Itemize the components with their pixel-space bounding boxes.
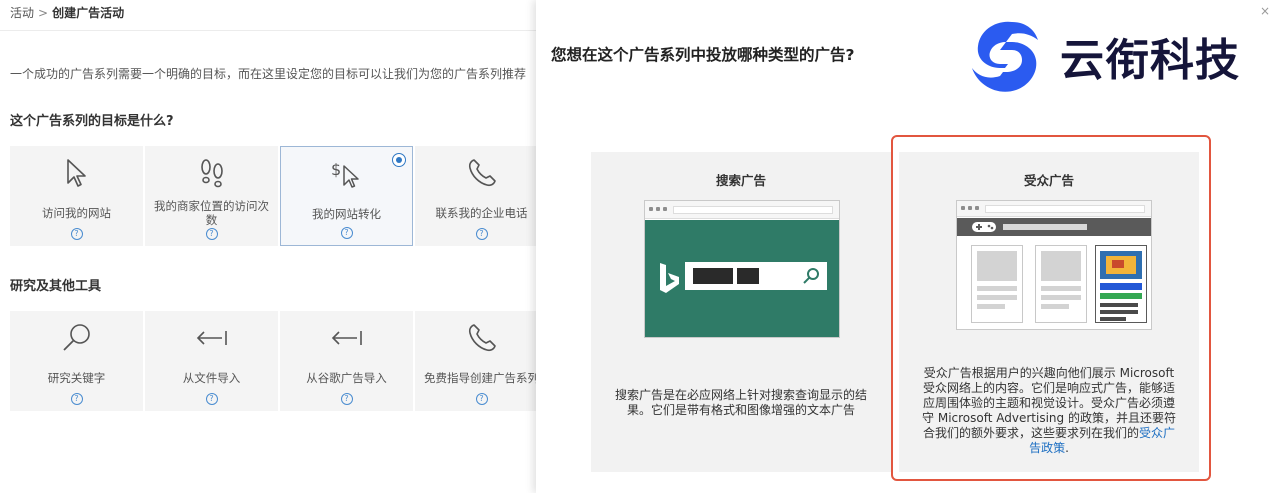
tool-free-guidance[interactable]: 免费指导创建广告系列 ? — [415, 311, 536, 411]
logo-mark-icon — [972, 21, 1038, 92]
goal-label: 访问我的网站 — [42, 206, 111, 220]
goal-section-title: 这个广告系列的目标是什么? — [10, 114, 174, 129]
magnifier-icon — [61, 319, 93, 357]
brand-logo: 云衔科技 — [966, 16, 1266, 96]
header-divider — [0, 30, 536, 31]
help-icon[interactable]: ? — [475, 228, 488, 240]
tool-label: 从谷歌广告导入 — [306, 371, 387, 385]
help-icon[interactable]: ? — [205, 228, 218, 240]
tool-import-google[interactable]: 从谷歌广告导入 ? — [280, 311, 413, 411]
audience-ads-illustration — [956, 200, 1152, 330]
arrow-left-bar-icon — [195, 319, 229, 357]
ad-type-dialog: × 您想在这个广告系列中投放哪种类型的广告? 云衔科技 搜索广告 搜索广告是在必… — [536, 0, 1280, 493]
goal-label: 我的商家位置的访问次数 — [154, 199, 269, 227]
search-icon — [803, 268, 819, 284]
phone-icon — [466, 154, 498, 192]
dialog-title: 您想在这个广告系列中投放哪种类型的广告? — [551, 46, 855, 64]
footprints-icon — [197, 154, 227, 192]
site-header — [957, 218, 1151, 236]
goal-label: 我的网站转化 — [312, 207, 381, 221]
tool-import-file[interactable]: 从文件导入 ? — [145, 311, 278, 411]
gamepad-icon — [972, 222, 996, 232]
arrow-left-bar-icon — [330, 319, 364, 357]
help-icon[interactable]: ? — [340, 227, 353, 239]
content-column — [971, 245, 1023, 323]
tool-research-keywords[interactable]: 研究关键字 ? — [10, 311, 143, 411]
phone-icon — [466, 319, 498, 357]
intro-text: 一个成功的广告系列需要一个明确的目标，而在这里设定您的目标可以让我们为您的广告系… — [10, 67, 527, 81]
tools-section-title: 研究及其他工具 — [10, 279, 102, 294]
goal-visit-website[interactable]: 访问我的网站 ? — [10, 146, 143, 246]
search-ads-illustration — [644, 200, 840, 338]
tool-label: 免费指导创建广告系列 — [424, 371, 536, 385]
tool-label: 研究关键字 — [47, 371, 106, 385]
search-ads-description: 搜索广告是在必应网络上针对搜索查询显示的结果。它们是带有格式和图像增强的文本广告 — [614, 388, 867, 417]
browser-bar — [645, 201, 839, 219]
browser-bar — [957, 201, 1151, 217]
tool-label: 从文件导入 — [182, 371, 241, 385]
breadcrumb-separator: > — [38, 6, 49, 20]
selected-radio[interactable] — [392, 153, 406, 167]
breadcrumb: 活动 > 创建广告活动 — [10, 4, 124, 21]
help-icon[interactable]: ? — [205, 393, 218, 405]
native-ad-column — [1095, 245, 1147, 323]
cursor-icon — [64, 154, 90, 192]
breadcrumb-current: 创建广告活动 — [52, 6, 125, 20]
svg-text:$: $ — [331, 160, 341, 179]
goal-label: 联系我的企业电话 — [435, 206, 528, 220]
dollar-cursor-icon: $ — [330, 155, 364, 193]
bing-search-area — [645, 220, 839, 337]
campaign-page: 活动 > 创建广告活动 一个成功的广告系列需要一个明确的目标，而在这里设定您的目标可… — [0, 0, 536, 493]
search-ads-card[interactable]: 搜索广告 搜索广告是在必应网络上针对搜索查询显示的结果。它们是带有格式和图像增强… — [591, 152, 891, 472]
tool-tiles: 研究关键字 ? 从文件导入 ? 从谷歌广告导入 ? 免费指导创建广告系列 ? — [10, 311, 536, 411]
bing-logo-icon — [660, 263, 679, 293]
content-column — [1035, 245, 1087, 323]
help-icon[interactable]: ? — [70, 393, 83, 405]
audience-ads-card[interactable]: 受众广告 受众广告根据用户的兴趣向他们展示 Microsoft 受众网络上的内容… — [899, 152, 1199, 472]
goal-store-visits[interactable]: 我的商家位置的访问次数 ? — [145, 146, 278, 246]
help-icon[interactable]: ? — [70, 228, 83, 240]
description-period: . — [1065, 441, 1069, 455]
audience-ads-description: 受众广告根据用户的兴趣向他们展示 Microsoft 受众网络上的内容。它们是响… — [919, 366, 1179, 456]
search-ads-title: 搜索广告 — [715, 173, 766, 188]
audience-ads-title: 受众广告 — [1023, 173, 1074, 188]
search-box — [685, 262, 827, 290]
goal-business-phone[interactable]: 联系我的企业电话 ? — [415, 146, 536, 246]
breadcrumb-root[interactable]: 活动 — [10, 6, 34, 20]
help-icon[interactable]: ? — [475, 393, 488, 405]
goal-tiles: 访问我的网站 ? 我的商家位置的访问次数 ? $ 我的网站转化 ? 联系我的企业… — [10, 146, 536, 246]
logo-text: 云衔科技 — [1060, 35, 1240, 86]
help-icon[interactable]: ? — [340, 393, 353, 405]
goal-website-conversions[interactable]: $ 我的网站转化 ? — [280, 146, 413, 246]
audience-ads-description-text: 受众广告根据用户的兴趣向他们展示 Microsoft 受众网络上的内容。它们是响… — [922, 366, 1176, 440]
